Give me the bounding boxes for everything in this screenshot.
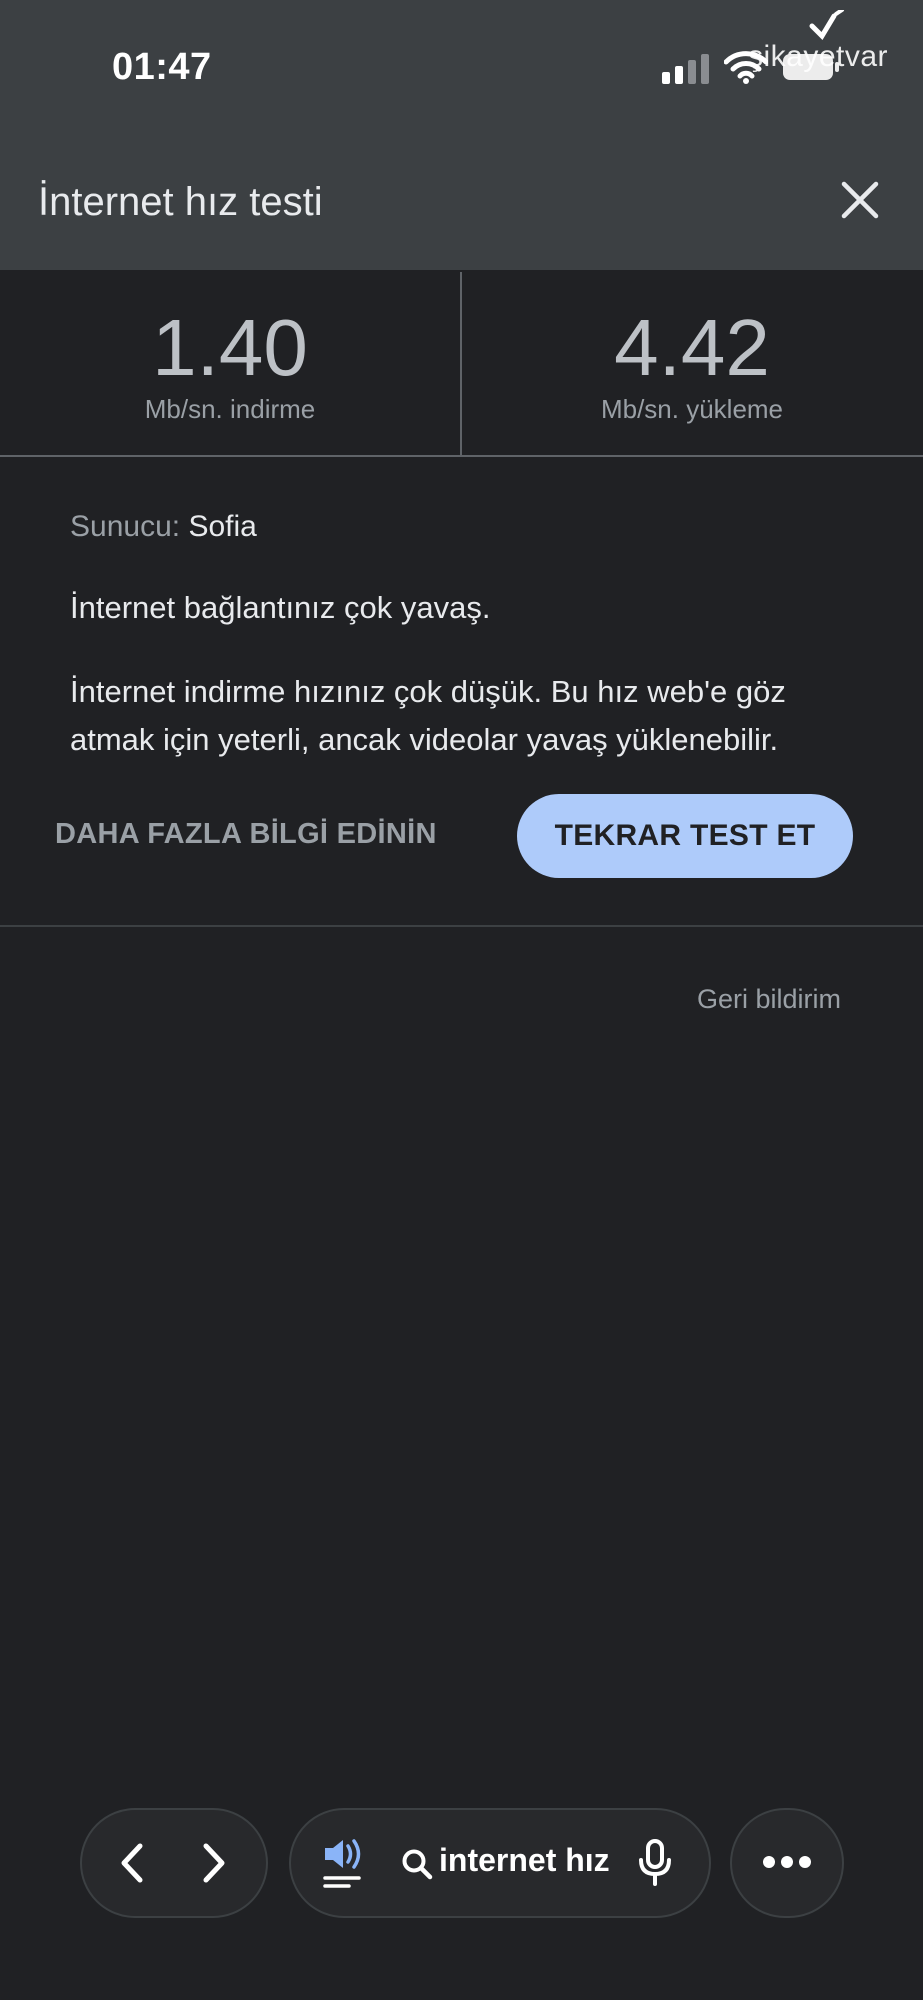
search-pill[interactable]: internet hız [289, 1808, 711, 1918]
search-icon [402, 1849, 433, 1880]
app-header: 01:47 şikayetvar İnternet hız testi [0, 0, 923, 270]
upload-metric: 4.42 Mb/sn. yükleme [462, 272, 922, 425]
navigation-pill [80, 1808, 268, 1918]
page-title: İnternet hız testi [38, 180, 323, 224]
connection-summary: İnternet bağlantınız çok yavaş. [70, 590, 491, 625]
speed-results: 1.40 Mb/sn. indirme 4.42 Mb/sn. yükleme [0, 272, 923, 457]
upload-speed-value: 4.42 [614, 303, 770, 392]
more-horizontal-icon[interactable] [761, 1854, 813, 1870]
download-speed-unit: Mb/sn. indirme [144, 394, 316, 424]
forward-chevron-icon[interactable] [190, 1840, 236, 1886]
section-divider [0, 925, 923, 927]
download-metric: 1.40 Mb/sn. indirme [0, 272, 460, 425]
cellular-signal-icon [662, 52, 710, 84]
download-speed-value: 1.40 [152, 303, 308, 392]
back-chevron-icon[interactable] [110, 1840, 156, 1886]
read-aloud-icon[interactable] [321, 1834, 367, 1892]
upload-speed-unit: Mb/sn. yükleme [600, 394, 784, 424]
more-options-pill[interactable] [730, 1808, 844, 1918]
server-label: Sunucu: [70, 510, 181, 543]
search-query-text[interactable]: internet hız [439, 1842, 609, 1879]
watermark-check-icon [809, 10, 844, 41]
server-info: Sunucu: Sofia [70, 510, 257, 544]
microphone-icon[interactable] [637, 1838, 673, 1890]
connection-detail: İnternet indirme hızınız çok düşük. Bu h… [70, 674, 786, 757]
server-name: Sofia [188, 510, 257, 543]
close-icon[interactable] [838, 178, 882, 222]
watermark-logo: şikayetvar [748, 40, 889, 73]
learn-more-button[interactable]: DAHA FAZLA BİLGİ EDİNİN [55, 818, 437, 851]
status-time: 01:47 [112, 46, 212, 88]
retest-button[interactable]: TEKRAR TEST ET [517, 794, 853, 878]
feedback-link[interactable]: Geri bildirim [697, 984, 841, 1015]
